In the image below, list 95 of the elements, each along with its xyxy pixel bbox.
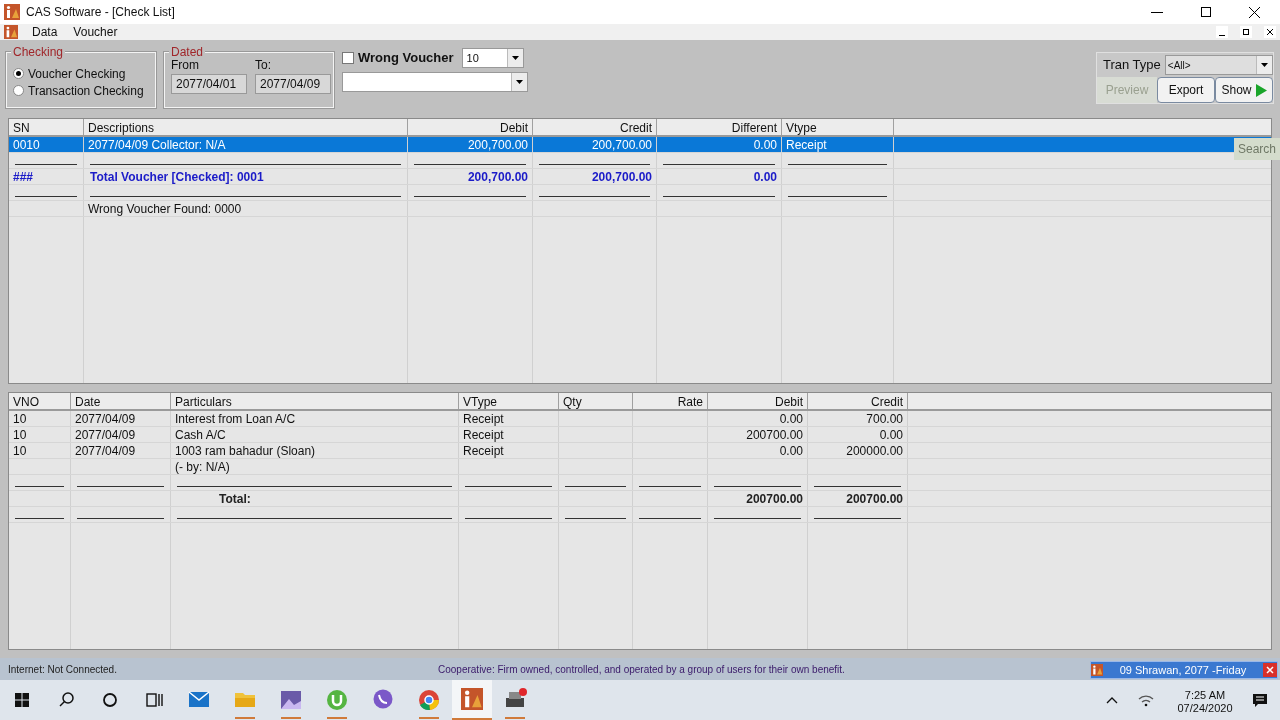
app-taskbar-icon[interactable]	[452, 680, 492, 720]
date-field[interactable]: 2077/04/09	[255, 74, 331, 94]
close-icon[interactable]	[1249, 6, 1260, 18]
tran-type-dropdown[interactable]: <All>	[1164, 55, 1273, 75]
group-title: Checking	[11, 45, 66, 59]
radio-label[interactable]: Transaction Checking	[28, 81, 144, 100]
close-icon[interactable]	[1264, 26, 1276, 38]
table-cell: 2077/04/09 Collector: N/A	[88, 138, 226, 152]
column-header[interactable]: Credit	[533, 119, 657, 135]
app-logo-icon	[1091, 664, 1103, 676]
app-logo-icon	[461, 688, 483, 710]
table-cell: 0.00	[779, 412, 803, 426]
table-cell: 0.00	[779, 444, 803, 458]
window-title: CAS Software - [Check List]	[26, 4, 175, 21]
table-cell: 200,700.00	[467, 138, 528, 152]
chevron-up-icon[interactable]	[1106, 696, 1118, 704]
radio-label[interactable]: Voucher Checking	[28, 64, 126, 83]
total-rule	[639, 486, 701, 487]
table-cell: 0.00	[879, 428, 903, 442]
checkbox[interactable]	[342, 52, 354, 64]
table-cell: 2077/04/09	[75, 412, 136, 426]
table-cell: 200700.00	[746, 492, 803, 506]
column-header[interactable]: VNO	[9, 393, 71, 409]
field-label: From	[171, 59, 200, 72]
status-text: Internet: Not Connected.	[8, 662, 118, 677]
table-cell: 200,700.00	[591, 138, 652, 152]
column-header[interactable]: Rate	[633, 393, 708, 409]
table-cell: Wrong Voucher Found: 0000	[88, 202, 242, 216]
table-cell: Cash A/C	[175, 428, 226, 442]
table-cell: 10	[13, 428, 27, 442]
table-cell: 2077/04/09	[75, 428, 136, 442]
column-header[interactable]: Debit	[708, 393, 808, 409]
table-cell: Receipt	[463, 444, 504, 458]
popup-text: 09 Shrawan, 2077 -Friday	[1118, 662, 1248, 678]
total-rule	[15, 164, 77, 165]
table-cell: 200700.00	[746, 428, 803, 442]
table-cell: Receipt	[463, 428, 504, 442]
total-rule	[639, 518, 701, 519]
table-cell: 10	[13, 412, 27, 426]
table-cell: 2077/04/09	[75, 444, 136, 458]
clock-time[interactable]: 7:25 AM	[1184, 689, 1226, 702]
app-logo-icon	[4, 4, 20, 20]
total-rule	[565, 486, 626, 487]
table-cell: 700.00	[866, 412, 903, 426]
minimize-icon[interactable]	[1216, 26, 1228, 38]
column-header[interactable]: Debit	[408, 119, 533, 135]
field-label: Tran Type	[1103, 56, 1161, 75]
table-cell: 200700.00	[846, 492, 903, 506]
restore-icon[interactable]	[1240, 26, 1252, 38]
table-cell: (- by: N/A)	[175, 460, 230, 474]
date-field[interactable]: 2077/04/01	[171, 74, 247, 94]
table-cell: 200000.00	[846, 444, 903, 458]
clock-date[interactable]: 07/24/2020	[1177, 702, 1233, 715]
table-cell: Receipt	[786, 138, 827, 152]
checkbox-label[interactable]: Wrong Voucher	[358, 48, 454, 68]
status-text: Cooperative: Firm owned, controlled, and operated by a group of users for their own benefit.	[438, 662, 845, 677]
wifi-icon[interactable]	[1138, 693, 1154, 707]
table-cell: 0.00	[753, 138, 777, 152]
table-cell: 0.00	[753, 170, 777, 184]
column-header[interactable]: Qty	[559, 393, 633, 409]
minimize-icon[interactable]	[1151, 11, 1163, 13]
table-cell: Interest from Loan A/C	[175, 412, 296, 426]
table-cell: 200,700.00	[467, 170, 528, 184]
column-header[interactable]: VType	[459, 393, 559, 409]
table-cell: Total:	[219, 492, 251, 506]
toolbar-button[interactable]: Show	[1215, 77, 1273, 103]
total-rule	[15, 196, 77, 197]
table-cell: 200,700.00	[591, 170, 652, 184]
total-rule	[565, 518, 626, 519]
column-header[interactable]: Particulars	[171, 393, 459, 409]
radio-button[interactable]	[13, 68, 24, 79]
count-dropdown[interactable]: 10	[461, 48, 524, 68]
column-header[interactable]: Credit	[808, 393, 908, 409]
toolbar-button[interactable]: Export	[1157, 77, 1215, 103]
table-cell: ###	[13, 170, 34, 184]
group-title: Dated	[169, 45, 206, 59]
table-cell: Receipt	[463, 412, 504, 426]
notification-icon[interactable]	[1252, 692, 1268, 708]
column-header[interactable]: Different	[657, 119, 782, 135]
column-header[interactable]: Descriptions	[84, 119, 408, 135]
column-header[interactable]: Date	[71, 393, 171, 409]
menu-item[interactable]: Voucher	[71, 23, 120, 41]
restore-icon[interactable]	[1201, 7, 1211, 17]
total-rule	[15, 486, 64, 487]
radio-button[interactable]	[13, 85, 24, 96]
column-header[interactable]: SN	[9, 119, 84, 135]
field-label: To:	[255, 59, 272, 72]
table-cell: 0010	[13, 138, 40, 152]
menu-item[interactable]: Data	[30, 23, 60, 41]
column-header[interactable]: Vtype	[782, 119, 894, 135]
total-rule	[15, 518, 64, 519]
table-cell: 1003 ram bahadur (Sloan)	[175, 444, 316, 458]
play-icon	[1255, 83, 1267, 97]
table-cell: Total Voucher [Checked]: 0001	[90, 170, 264, 184]
table-cell: 10	[13, 444, 27, 458]
